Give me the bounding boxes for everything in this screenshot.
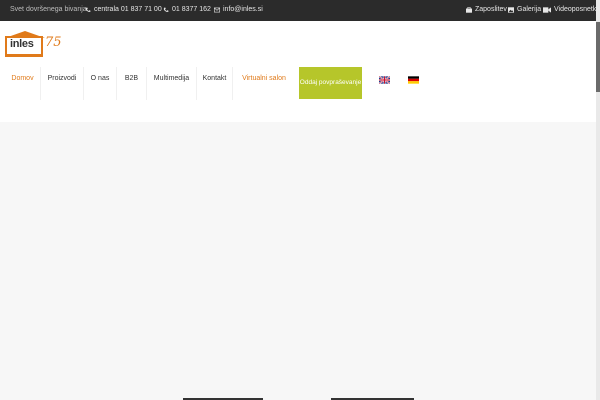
phone-central-text: centrala 01 837 71 00 xyxy=(94,6,162,13)
tagline: Svet dovršenega bivanja xyxy=(10,6,87,13)
gallery-link[interactable]: Galerija xyxy=(508,6,541,13)
videos-link[interactable]: Videoposnetki xyxy=(543,6,598,13)
nav-item-about[interactable]: O nas xyxy=(84,67,117,100)
logo-wordmark: inles xyxy=(10,38,34,50)
phone-secondary-text: 01 8377 162 xyxy=(172,6,211,13)
careers-link[interactable]: Zaposlitev xyxy=(466,6,507,13)
inquiry-button[interactable]: Oddaj povpraševanje xyxy=(299,67,362,99)
careers-label: Zaposlitev xyxy=(475,6,507,13)
german-flag-icon[interactable] xyxy=(408,76,419,84)
image-icon xyxy=(508,6,514,13)
nav-item-products[interactable]: Proizvodi xyxy=(41,67,84,100)
video-camera-icon xyxy=(543,6,551,13)
inles-logo[interactable]: inles 75 xyxy=(5,31,80,61)
envelope-icon xyxy=(214,7,220,12)
videos-label: Videoposnetki xyxy=(554,6,598,13)
email-link[interactable]: info@inles.si xyxy=(214,6,263,13)
uk-flag-icon[interactable] xyxy=(379,76,390,84)
phone-icon xyxy=(163,7,169,12)
nav-item-contact[interactable]: Kontakt xyxy=(197,67,233,100)
site-header: inles 75 Domov Proizvodi O nas B2B Multi… xyxy=(0,21,596,122)
email-text: info@inles.si xyxy=(223,6,263,13)
nav-item-home[interactable]: Domov xyxy=(5,67,41,100)
logo-anniversary-badge: 75 xyxy=(45,35,62,50)
nav-item-b2b[interactable]: B2B xyxy=(117,67,147,100)
briefcase-icon xyxy=(466,6,472,13)
gallery-label: Galerija xyxy=(517,6,542,13)
nav-item-multimedia[interactable]: Multimedija xyxy=(147,67,197,100)
phone-icon xyxy=(85,7,91,12)
logo-underline xyxy=(5,54,43,57)
page-scrollbar-thumb[interactable] xyxy=(596,22,600,92)
phone-secondary-link[interactable]: 01 8377 162 xyxy=(163,6,211,13)
nav-item-virtual-salon[interactable]: Virtualni salon xyxy=(237,67,291,100)
phone-central-link[interactable]: centrala 01 837 71 00 xyxy=(85,6,162,13)
top-bar: Svet dovršenega bivanja centrala 01 837 … xyxy=(0,0,600,21)
